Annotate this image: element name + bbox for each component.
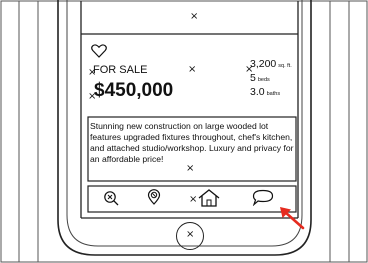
- sqft-unit: sq. ft.: [278, 63, 292, 69]
- placeholder-marker: ×: [186, 229, 195, 240]
- home-icon[interactable]: [197, 188, 221, 208]
- sqft-value: 3,200: [250, 58, 277, 70]
- beds-unit: beds: [257, 77, 270, 83]
- chat-bubble-icon[interactable]: [252, 189, 274, 206]
- listing-status: FOR SALE: [93, 64, 148, 76]
- placeholder-marker: ×: [188, 64, 197, 75]
- home-button[interactable]: ×: [176, 222, 204, 250]
- placeholder-marker: ×: [186, 163, 195, 174]
- listing-description: Stunning new construction on large woode…: [90, 121, 294, 165]
- pointer-arrow-icon: [280, 207, 305, 230]
- baths-value: 3.0: [250, 86, 265, 98]
- location-icon[interactable]: [147, 189, 161, 205]
- listing-price: $450,000: [94, 80, 174, 101]
- placeholder-marker: ×: [190, 11, 199, 22]
- search-icon[interactable]: [103, 190, 119, 206]
- beds-value: 5: [250, 72, 256, 84]
- listing-stats: 3,200 sq. ft. 5 beds 3.0 baths: [250, 58, 292, 100]
- favorite-heart-icon[interactable]: [91, 44, 107, 58]
- baths-unit: baths: [266, 91, 281, 97]
